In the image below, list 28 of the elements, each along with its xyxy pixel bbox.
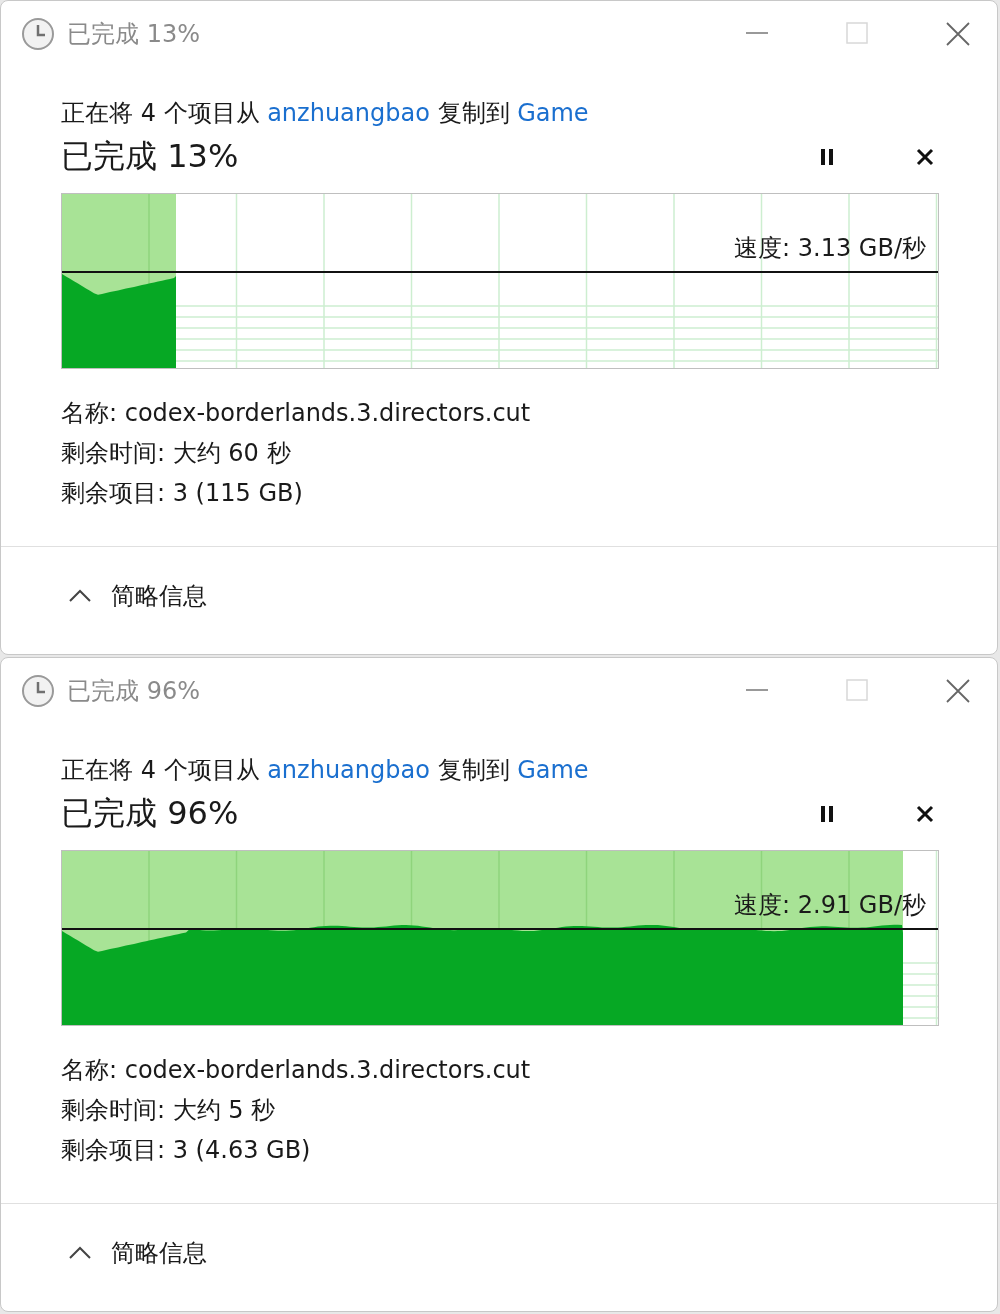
detail-line: 名称: codex-borderlands.3.directors.cut — [61, 1055, 532, 1086]
folder-link[interactable]: Game — [517, 756, 589, 784]
folder-link[interactable]: anzhuangbao — [267, 756, 430, 784]
clock-icon — [21, 674, 55, 708]
details-toggle[interactable]: 简略信息 — [69, 580, 207, 612]
progress-label: 已完成 13% — [61, 136, 240, 177]
pause-icon — [820, 148, 834, 166]
details-toggle[interactable]: 简略信息 — [69, 1237, 207, 1269]
close-icon[interactable] — [945, 21, 971, 47]
speed-label: 速度: 3.13 GB/秒 — [734, 233, 926, 264]
detail-line: 剩余项目: 3 (4.63 GB) — [61, 1135, 312, 1166]
folder-link[interactable]: anzhuangbao — [267, 99, 430, 127]
detail-line: 名称: codex-borderlands.3.directors.cut — [61, 398, 532, 429]
folder-link[interactable]: Game — [517, 99, 589, 127]
detail-line: 剩余项目: 3 (115 GB) — [61, 478, 304, 509]
copy-description: 正在将 4 个项目从 anzhuangbao 复制到 Game — [61, 98, 590, 129]
speed-label: 速度: 2.91 GB/秒 — [734, 890, 926, 921]
cancel-icon — [916, 805, 934, 823]
window-title: 已完成 96% — [67, 676, 201, 707]
detail-line: 剩余时间: 大约 60 秒 — [61, 438, 292, 469]
cancel-icon — [916, 148, 934, 166]
copy-description: 正在将 4 个项目从 anzhuangbao 复制到 Game — [61, 755, 590, 786]
clock-icon — [21, 17, 55, 51]
progress-label: 已完成 96% — [61, 793, 240, 834]
detail-line: 剩余时间: 大约 5 秒 — [61, 1095, 277, 1126]
window-title: 已完成 13% — [67, 19, 201, 50]
close-icon[interactable] — [945, 678, 971, 704]
pause-icon — [820, 805, 834, 823]
